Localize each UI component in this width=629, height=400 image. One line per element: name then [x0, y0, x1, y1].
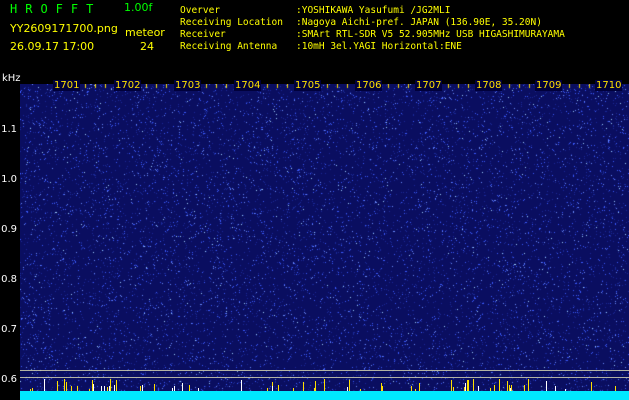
x-tick-label: 1702	[114, 80, 142, 91]
y-tick-label: 0.8	[1, 274, 17, 285]
detection-tick	[419, 383, 420, 391]
app-logo: HROFFT	[10, 2, 102, 16]
detection-tick	[57, 381, 58, 391]
y-tick-label: 1.0	[1, 174, 17, 185]
meteor-count: 24	[140, 40, 154, 53]
x-tick-label: 1709	[535, 80, 563, 91]
y-tick-label: 0.6	[1, 374, 17, 385]
y-axis-unit: kHz	[2, 73, 21, 84]
detection-tick	[451, 380, 452, 391]
station-info: Overver :YOSHIKAWA Yasufumi /JG2MLI Rece…	[180, 5, 565, 53]
info-row-observer: Overver :YOSHIKAWA Yasufumi /JG2MLI	[180, 5, 565, 17]
detection-tick	[182, 383, 183, 391]
detection-tick	[507, 381, 508, 391]
detection-tick	[241, 380, 242, 391]
y-axis: 1.1 1.0 0.9 0.8 0.7 0.6	[0, 84, 20, 400]
meteor-label: meteor	[125, 26, 165, 39]
bottom-band	[20, 391, 629, 400]
detection-tick	[324, 379, 325, 391]
detection-tick	[465, 383, 466, 391]
info-value: :10mH 3el.YAGI Horizontal:ENE	[296, 41, 462, 52]
y-tick-label: 1.1	[1, 124, 17, 135]
detection-tick	[66, 382, 67, 391]
y-tick-label: 0.9	[1, 224, 17, 235]
detection-tick	[64, 379, 65, 391]
header-panel: HROFFT 1.00f YY2609171700.png 26.09.17 1…	[0, 0, 629, 58]
info-key: Receiving Location	[180, 17, 283, 28]
detection-tick	[468, 380, 469, 391]
detection-tick	[473, 379, 474, 391]
detection-ticks	[20, 378, 629, 391]
detection-tick	[110, 379, 111, 391]
detection-tick	[499, 379, 500, 391]
frequency-marker-line	[20, 370, 629, 371]
info-key: Receiving Antenna	[180, 41, 278, 52]
info-key: Overver	[180, 5, 221, 16]
image-filename: YY2609171700.png	[10, 22, 118, 35]
spectrogram-plot	[20, 84, 629, 400]
x-tick-label: 1704	[234, 80, 262, 91]
x-tick-label: 1705	[294, 80, 322, 91]
x-tick-label: 1706	[355, 80, 383, 91]
detection-tick	[154, 384, 155, 391]
x-tick-label: 1708	[475, 80, 503, 91]
spectrogram-noise	[20, 84, 629, 400]
x-tick-label: 1707	[415, 80, 443, 91]
info-row-location: Receiving Location :Nagoya Aichi-pref. J…	[180, 17, 565, 29]
info-value: :YOSHIKAWA Yasufumi /JG2MLI	[296, 5, 451, 16]
y-tick-label: 0.7	[1, 324, 17, 335]
detection-tick	[44, 379, 45, 391]
detection-tick	[116, 380, 117, 391]
detection-tick	[591, 382, 592, 391]
x-tick-label: 1701	[53, 80, 81, 91]
detection-tick	[528, 379, 529, 391]
x-tick-label: 1703	[174, 80, 202, 91]
detection-tick	[349, 380, 350, 391]
detection-tick	[93, 384, 94, 391]
info-key: Receiver	[180, 29, 226, 40]
detection-tick	[303, 382, 304, 391]
info-row-antenna: Receiving Antenna :10mH 3el.YAGI Horizon…	[180, 41, 565, 53]
x-axis-labels: 1701 1702 1703 1704 1705 1706 1707 1708 …	[20, 80, 629, 94]
capture-datetime: 26.09.17 17:00	[10, 40, 95, 53]
detection-tick	[92, 383, 93, 391]
info-value: :Nagoya Aichi-pref. JAPAN (136.90E, 35.2…	[296, 17, 542, 28]
x-tick-label: 1710	[595, 80, 623, 91]
info-row-receiver: Receiver :SMArt RTL-SDR V5 52.905MHz USB…	[180, 29, 565, 41]
app-version: 1.00f	[124, 1, 153, 14]
detection-tick	[546, 381, 547, 391]
detection-tick	[315, 381, 316, 391]
info-value: :SMArt RTL-SDR V5 52.905MHz USB HIGASHIM…	[296, 29, 565, 40]
